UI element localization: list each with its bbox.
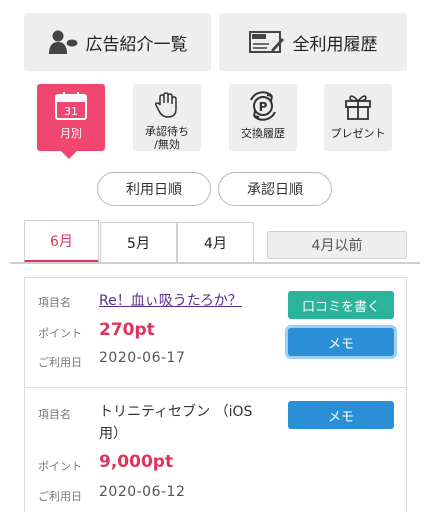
write-review-button[interactable]: 口コミを書く — [288, 291, 394, 319]
points-exchange-icon: P — [246, 91, 280, 124]
hand-icon — [153, 91, 181, 122]
sort-usage-date-button[interactable]: 利用日順 — [97, 172, 211, 206]
point-value: 9,000pt — [99, 452, 174, 472]
point-value: 270pt — [99, 320, 155, 340]
memo-button[interactable]: メモ — [288, 328, 394, 356]
memo-button[interactable]: メモ — [288, 401, 394, 429]
tile-present-label: プレゼント — [330, 127, 386, 140]
item-name-label: 項目名 — [38, 408, 71, 421]
tile-monthly[interactable]: 31 月別 — [37, 84, 105, 151]
tab-april[interactable]: 4月 — [177, 222, 254, 263]
all-history-label: 全利用履歴 — [292, 34, 378, 55]
item-title-line2: 用） — [99, 426, 127, 442]
tab-before-april[interactable]: 4月以前 — [267, 231, 407, 259]
item-name-label: 項目名 — [38, 296, 71, 309]
point-label: ポイント — [38, 460, 82, 473]
date-label: ご利用日 — [38, 356, 82, 369]
date-value: 2020-06-17 — [99, 350, 186, 366]
tab-june[interactable]: 6月 — [24, 220, 99, 263]
list-item: 項目名 Re！血ぃ吸うたろか？ ポイント 270pt ご利用日 2020-06-… — [25, 278, 406, 388]
tab-divider — [10, 262, 420, 264]
gift-icon — [343, 91, 373, 124]
ad-list-label: 広告紹介一覧 — [85, 34, 188, 55]
ad-list-button[interactable]: 広告紹介一覧 — [24, 13, 211, 71]
tile-exchange-history[interactable]: P 交換履歴 — [229, 84, 297, 151]
date-label: ご利用日 — [38, 490, 82, 503]
item-title-link[interactable]: Re！血ぃ吸うたろか？ — [99, 290, 242, 310]
svg-text:31: 31 — [64, 105, 78, 118]
tile-monthly-label: 月別 — [60, 127, 82, 140]
item-title-line1: トリニティセブン （iOS — [99, 404, 253, 420]
tile-pending-invalid[interactable]: 承認待ち /無効 — [133, 84, 201, 151]
active-tile-pointer — [61, 151, 77, 159]
point-label: ポイント — [38, 327, 82, 340]
tab-may[interactable]: 5月 — [100, 222, 177, 263]
calendar-icon: 31 — [54, 91, 88, 124]
tile-pending-label: 承認待ち /無効 — [145, 125, 189, 151]
svg-text:P: P — [259, 100, 268, 114]
all-history-button[interactable]: 全利用履歴 — [219, 13, 407, 71]
tile-exchange-label: 交換履歴 — [241, 127, 285, 140]
user-icon — [48, 29, 78, 55]
list-item: 項目名 トリニティセブン （iOS 用） ポイント 9,000pt ご利用日 2… — [25, 389, 406, 512]
date-value: 2020-06-12 — [99, 484, 186, 500]
sort-approval-date-button[interactable]: 承認日順 — [218, 172, 332, 206]
bankbook-icon — [248, 30, 285, 54]
tile-present[interactable]: プレゼント — [324, 84, 392, 151]
history-list: 項目名 Re！血ぃ吸うたろか？ ポイント 270pt ご利用日 2020-06-… — [24, 277, 407, 512]
